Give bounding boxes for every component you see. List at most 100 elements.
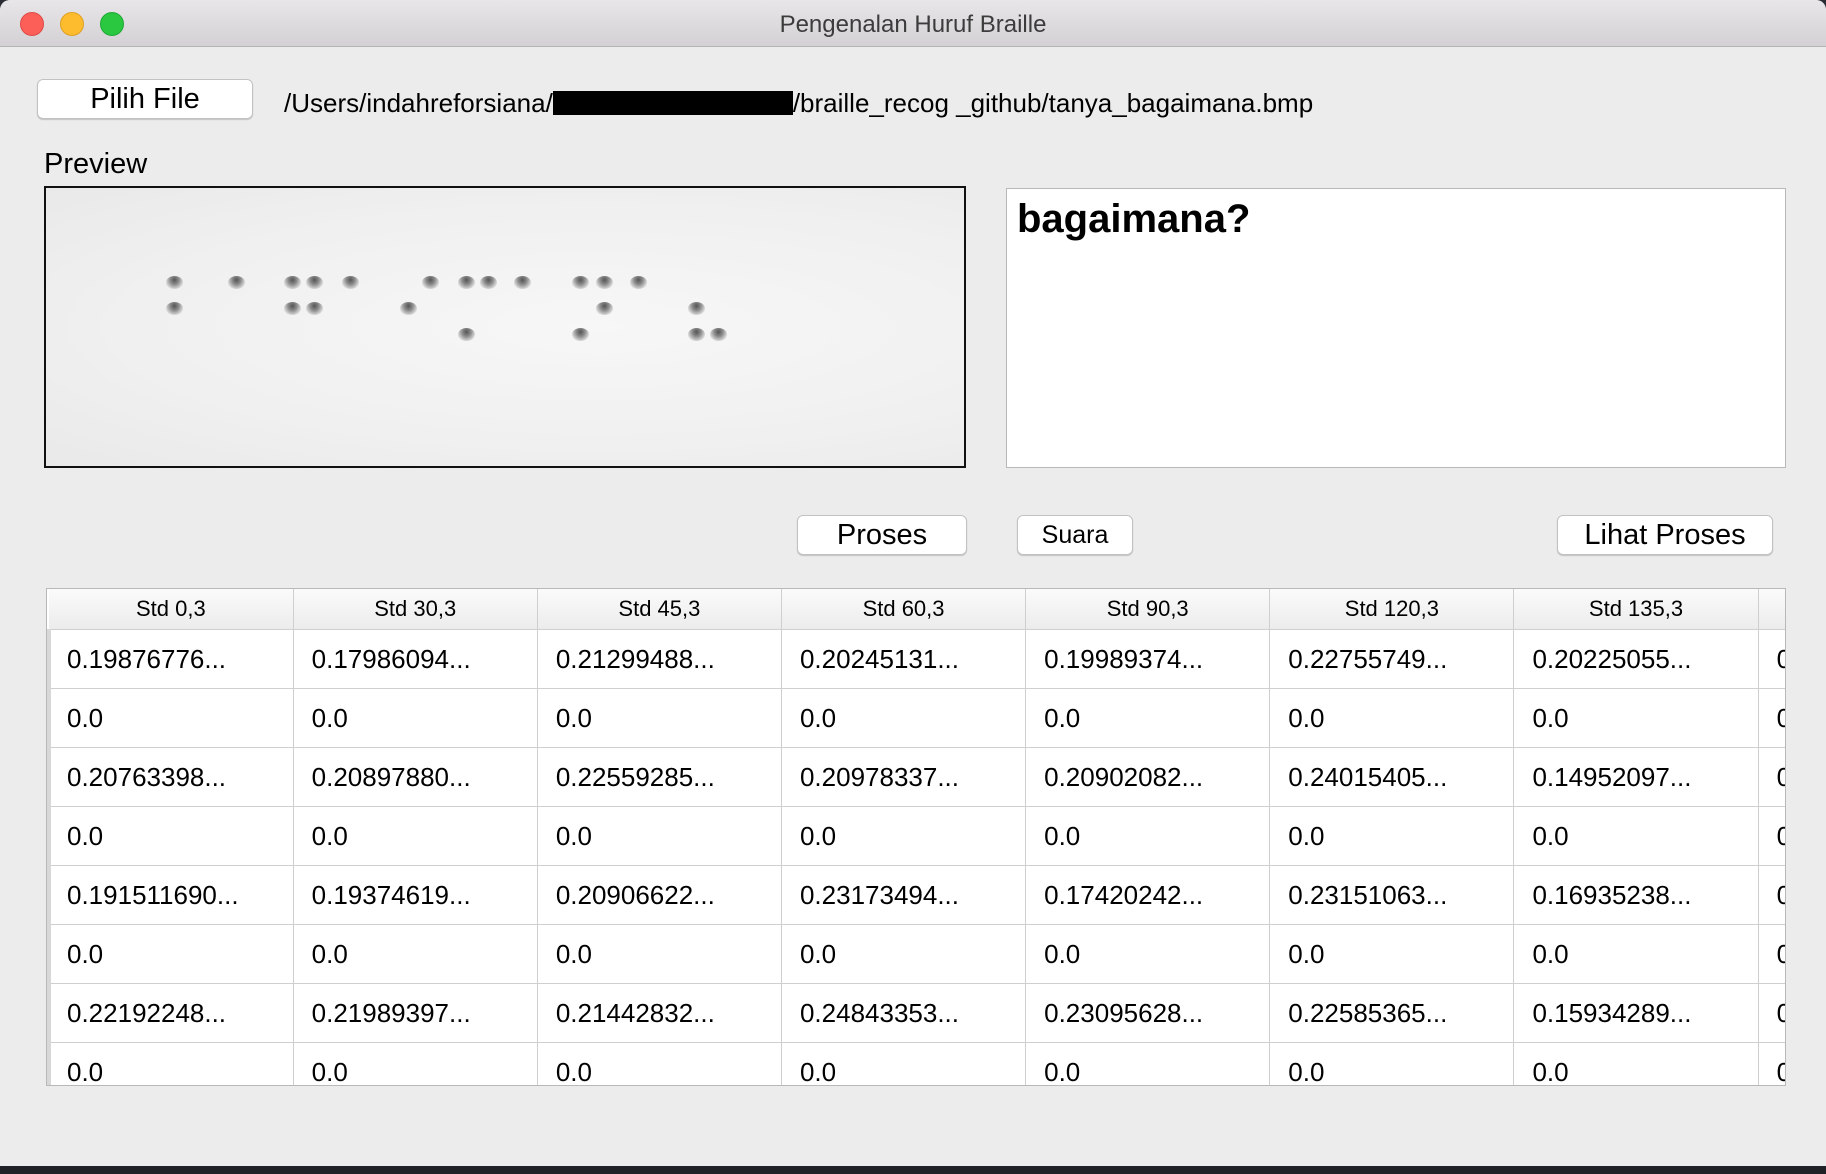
table-cell[interactable]: 0.0 — [537, 924, 782, 984]
table-cell[interactable]: 0.0 — [1758, 806, 1785, 866]
table-cell[interactable]: 0.23095628... — [1025, 983, 1271, 1043]
table-cell[interactable]: 0.0 — [47, 806, 294, 866]
table-cell[interactable]: 0.0 — [537, 688, 782, 748]
table-cell[interactable]: 0.21942725... — [1758, 747, 1785, 807]
table-cell[interactable]: 0.0 — [1513, 688, 1759, 748]
braille-dot — [422, 276, 439, 289]
file-path-suffix: /braille_recog _github/tanya_bagaimana.b… — [792, 88, 1314, 118]
table-cell[interactable]: 0.0 — [1025, 688, 1271, 748]
window-title: Pengenalan Huruf Braille — [779, 11, 1047, 38]
main-window: Pengenalan Huruf Braille Pilih File /Use… — [0, 0, 1826, 1174]
braille-dot — [306, 302, 323, 315]
table-cell[interactable]: 0.0 — [1758, 688, 1785, 748]
preview-image — [44, 186, 966, 468]
table-cell[interactable]: 0.17986094... — [293, 629, 538, 689]
table-cell[interactable]: 0.0 — [1025, 924, 1271, 984]
table-cell[interactable]: 0.21989397... — [293, 983, 538, 1043]
table-cell[interactable]: 0.19989374... — [1025, 629, 1271, 689]
table-cell[interactable]: 0.0 — [1025, 1042, 1271, 1085]
table-row[interactable]: 0.00.00.00.00.00.00.00.00.0 — [47, 924, 1785, 984]
table-row[interactable]: 0.00.00.00.00.00.00.00.00.0 — [47, 1042, 1785, 1085]
braille-dot — [284, 276, 301, 289]
table-cell[interactable]: 0.0 — [781, 806, 1027, 866]
table-cell[interactable]: 0.21442832... — [537, 983, 782, 1043]
suara-button[interactable]: Suara — [1017, 515, 1133, 555]
table-cell[interactable]: 0.0 — [1513, 924, 1759, 984]
table-cell[interactable]: 0.20245131... — [781, 629, 1027, 689]
table-cell[interactable]: 0.0 — [293, 924, 538, 984]
table-cell[interactable]: 0.19876776... — [47, 629, 294, 689]
column-header[interactable]: Std 135,3 — [1513, 589, 1759, 630]
table-cell[interactable]: 0.191511690... — [47, 865, 294, 925]
table-cell[interactable]: 0.0 — [1513, 806, 1759, 866]
table-cell[interactable]: 0.0 — [781, 1042, 1027, 1085]
column-header[interactable]: Std 120,3 — [1269, 589, 1515, 630]
table-cell[interactable]: 0.22559285... — [537, 747, 782, 807]
proses-button[interactable]: Proses — [797, 515, 967, 555]
table-cell[interactable]: 0.22755749... — [1269, 629, 1515, 689]
braille-dot — [166, 302, 183, 315]
table-cell[interactable]: 0.21299488... — [537, 629, 782, 689]
column-header[interactable]: Std 30,3 — [293, 589, 538, 630]
table-cell[interactable]: 0.0 — [1269, 806, 1515, 866]
table-cell[interactable]: 0.20906622... — [537, 865, 782, 925]
table-cell[interactable]: 0.0 — [537, 806, 782, 866]
table-cell[interactable]: 0.20978337... — [781, 747, 1027, 807]
table-cell[interactable]: 0.23151063... — [1269, 865, 1515, 925]
table-cell[interactable]: 0.15934289... — [1513, 983, 1759, 1043]
table-cell[interactable]: 0.20763398... — [47, 747, 294, 807]
braille-dot — [596, 302, 613, 315]
pilih-file-button[interactable]: Pilih File — [37, 79, 253, 119]
table-row[interactable]: 0.20763398... 0.20897880... 0.22559285... 0… — [47, 747, 1785, 807]
table-cell[interactable]: 0.16935238... — [1513, 865, 1759, 925]
table-cell[interactable]: 0.20897880... — [293, 747, 538, 807]
table-cell[interactable]: 0.20348402... — [1758, 983, 1785, 1043]
table-cell[interactable]: 0.0 — [47, 924, 294, 984]
table-cell[interactable]: 0.14952097... — [1513, 747, 1759, 807]
table-row[interactable]: 0.191511690... 0.19374619... 0.20906622...… — [47, 865, 1785, 925]
table-cell[interactable]: 0.23173494... — [781, 865, 1027, 925]
table-cell[interactable]: 0.24843353... — [781, 983, 1027, 1043]
column-header[interactable]: Std 180,3 — [1758, 589, 1785, 630]
table-cell[interactable]: 0.22192248... — [47, 983, 294, 1043]
table-row[interactable]: 0.19876776... 0.17986094... 0.21299488... 0… — [47, 629, 1785, 689]
table-cell[interactable]: 0.0 — [293, 806, 538, 866]
table-cell[interactable]: 0.204411521... — [1758, 629, 1785, 689]
column-header[interactable]: Std 90,3 — [1025, 589, 1271, 630]
table-cell[interactable]: 0.0 — [293, 688, 538, 748]
table-cell[interactable]: 0.20902082... — [1025, 747, 1271, 807]
column-header[interactable]: Std 45,3 — [537, 589, 782, 630]
table-cell[interactable]: 0.0 — [1269, 1042, 1515, 1085]
feature-table[interactable]: Std 0,3 Std 30,3 Std 45,3 Std 60,3 Std 90,3 S… — [46, 588, 1786, 1086]
table-row[interactable]: 0.00.00.00.00.00.00.00.00.0 — [47, 688, 1785, 748]
table-cell[interactable]: 0.24015405... — [1269, 747, 1515, 807]
braille-dot — [284, 302, 301, 315]
table-cell[interactable]: 0.22585365... — [1269, 983, 1515, 1043]
lihat-proses-button[interactable]: Lihat Proses — [1557, 515, 1773, 555]
desktop-background-strip — [0, 1166, 1826, 1174]
table-cell[interactable]: 0.0 — [1758, 1042, 1785, 1085]
table-cell[interactable]: 0.0 — [1025, 806, 1271, 866]
table-cell[interactable]: 0.0 — [293, 1042, 538, 1085]
file-path-label: /Users/indahreforsiana/ /braille_recog _g… — [284, 88, 1313, 119]
table-row[interactable]: 0.22192248... 0.21989397... 0.21442832... 0… — [47, 983, 1785, 1043]
column-header[interactable]: Std 60,3 — [781, 589, 1027, 630]
braille-dot — [688, 302, 705, 315]
table-cell[interactable]: 0.0 — [1758, 924, 1785, 984]
table-cell[interactable]: 0.0 — [781, 688, 1027, 748]
table-cell[interactable]: 0.0 — [781, 924, 1027, 984]
table-row[interactable]: 0.00.00.00.00.00.00.00.00.0 — [47, 806, 1785, 866]
recognition-result-text[interactable]: bagaimana? — [1006, 188, 1786, 468]
table-cell[interactable]: 0.0 — [47, 1042, 294, 1085]
table-cell[interactable]: 0.0 — [1269, 924, 1515, 984]
column-header[interactable]: Std 0,3 — [49, 589, 294, 630]
table-cell[interactable]: 0.17420242... — [1025, 865, 1271, 925]
table-cell[interactable]: 0.19374619... — [293, 865, 538, 925]
table-cell[interactable]: 0.0 — [537, 1042, 782, 1085]
table-cell[interactable]: 0.0 — [1269, 688, 1515, 748]
table-cell[interactable]: 0.20225055... — [1513, 629, 1759, 689]
table-cell[interactable]: 0.0 — [1513, 1042, 1759, 1085]
table-cell[interactable]: 0.21433642... — [1758, 865, 1785, 925]
braille-dot — [342, 276, 359, 289]
table-cell[interactable]: 0.0 — [47, 688, 294, 748]
